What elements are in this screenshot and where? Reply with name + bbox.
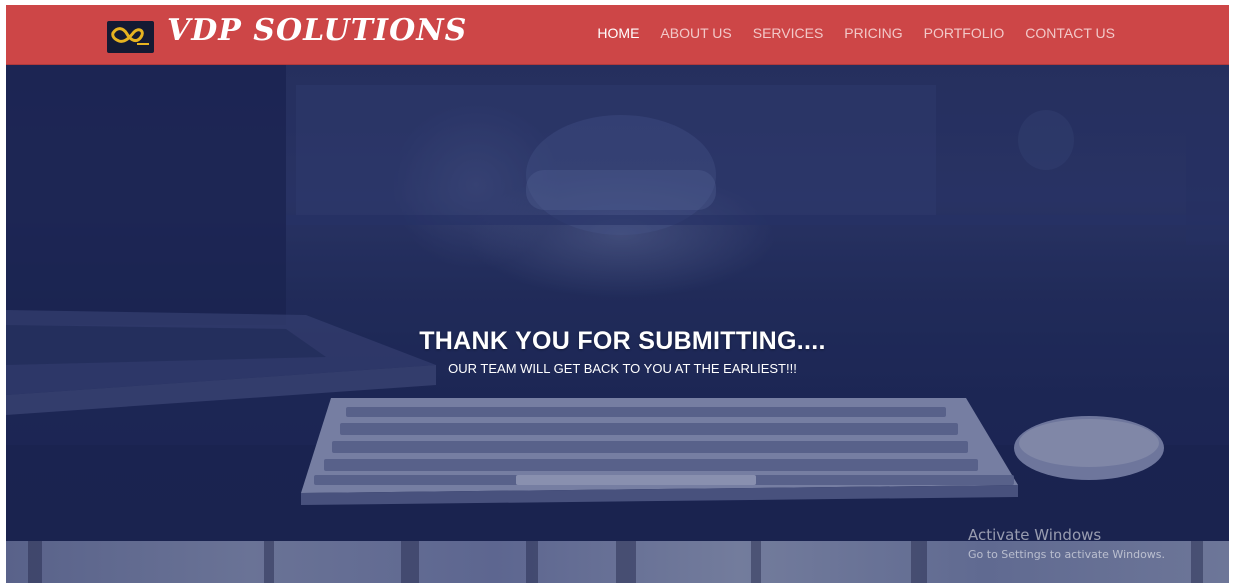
- hero-overlay: [6, 65, 1229, 541]
- nav-services[interactable]: SERVICES: [753, 24, 824, 42]
- nav-portfolio[interactable]: PORTFOLIO: [924, 24, 1005, 42]
- hero-subtitle: OUR TEAM WILL GET BACK TO YOU AT THE EAR…: [448, 361, 797, 376]
- page-frame: VDP SOLUTIONS HOME ABOUT US SERVICES PRI…: [6, 5, 1229, 583]
- vdp-infinity-logo-icon[interactable]: [107, 21, 154, 53]
- nav-pricing[interactable]: PRICING: [844, 24, 902, 42]
- next-section-image-strip: [6, 541, 1229, 583]
- nav-contact-us[interactable]: CONTACT US: [1025, 24, 1115, 42]
- nav-home[interactable]: HOME: [597, 24, 639, 42]
- nav-about-us[interactable]: ABOUT US: [660, 24, 731, 42]
- hero-title: THANK YOU FOR SUBMITTING....: [419, 327, 826, 355]
- brand-name[interactable]: VDP SOLUTIONS: [167, 11, 467, 51]
- hero-message: THANK YOU FOR SUBMITTING.... OUR TEAM WI…: [6, 327, 1229, 377]
- hero-section: THANK YOU FOR SUBMITTING.... OUR TEAM WI…: [6, 65, 1229, 541]
- main-nav: HOME ABOUT US SERVICES PRICING PORTFOLIO…: [597, 24, 1115, 42]
- site-header: VDP SOLUTIONS HOME ABOUT US SERVICES PRI…: [6, 5, 1229, 65]
